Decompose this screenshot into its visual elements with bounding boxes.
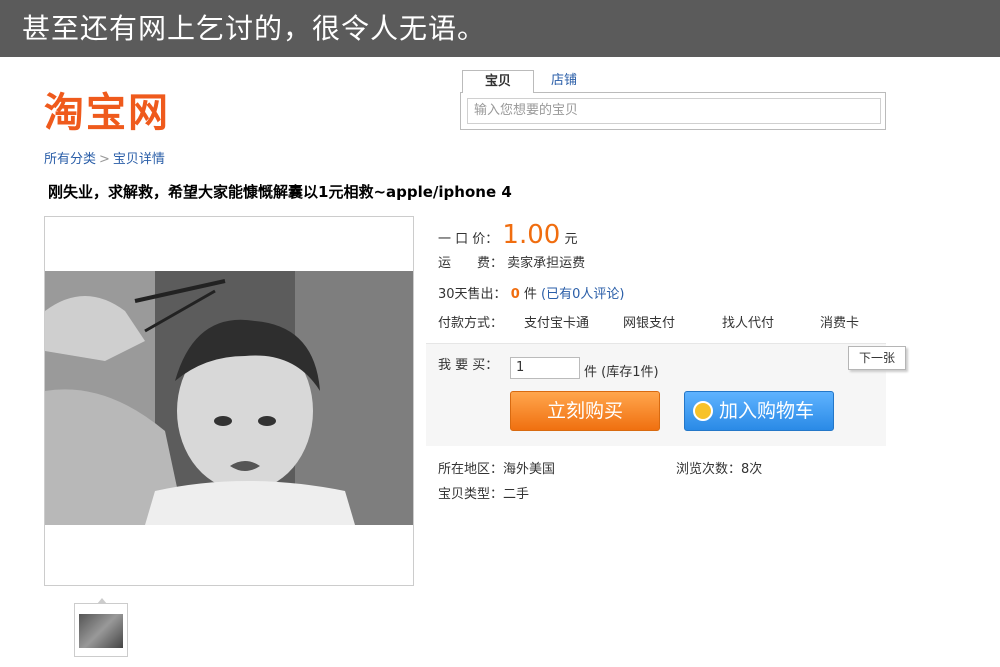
caption-banner: 甚至还有网上乞讨的，很令人无语。 bbox=[0, 0, 1000, 57]
sold-count: 0 bbox=[510, 287, 520, 302]
quantity-input[interactable]: 1 bbox=[510, 357, 580, 379]
photo-thumbnail[interactable] bbox=[74, 598, 128, 657]
breadcrumb-item-detail[interactable]: 宝贝详情 bbox=[113, 152, 165, 167]
thumbnail-image bbox=[79, 614, 123, 648]
price-label: 一 口 价： bbox=[438, 232, 499, 247]
search-area: 宝贝 店铺 输入您想要的宝贝 bbox=[460, 70, 888, 134]
tab-items[interactable]: 宝贝 bbox=[462, 70, 534, 93]
views-row: 浏览次数：8次 bbox=[676, 458, 762, 477]
payment-label: 付款方式： bbox=[438, 316, 504, 331]
payment-online-bank[interactable]: 网银支付 bbox=[623, 312, 675, 331]
price-row: 一 口 价： 1.00 元 bbox=[438, 220, 577, 250]
shipping-value: 卖家承担运费 bbox=[507, 256, 586, 271]
breadcrumb-all-categories[interactable]: 所有分类 bbox=[44, 152, 96, 167]
next-image-button[interactable]: 下一张 bbox=[848, 346, 906, 370]
search-box: 输入您想要的宝贝 bbox=[460, 92, 886, 130]
taobao-logo[interactable]: 淘宝网 bbox=[44, 80, 170, 138]
stock-info: 件 (库存1件) bbox=[584, 361, 659, 380]
tab-shops[interactable]: 店铺 bbox=[544, 70, 584, 92]
price-value: 1.00 bbox=[502, 220, 561, 250]
sold-unit: 件 bbox=[523, 287, 537, 302]
type-value: 二手 bbox=[503, 487, 530, 502]
location-label: 所在地区： bbox=[438, 462, 504, 477]
item-title: 刚失业，求解救，希望大家能慷慨解囊以1元相救~apple/iphone 4 bbox=[48, 183, 512, 201]
location-value: 海外美国 bbox=[503, 462, 556, 477]
shipping-row: 运 费： 卖家承担运费 bbox=[438, 252, 585, 271]
payment-gift-card[interactable]: 消费卡 bbox=[820, 312, 859, 331]
buy-now-button[interactable]: 立刻购买 bbox=[510, 391, 660, 431]
breadcrumb: 所有分类 > 宝贝详情 bbox=[44, 148, 165, 167]
sold-label: 30天售出： bbox=[438, 287, 507, 302]
type-label: 宝贝类型： bbox=[438, 487, 504, 502]
quantity-unit: 件 bbox=[584, 365, 598, 380]
sold-row: 30天售出： 0 件 (已有0人评论) bbox=[438, 283, 624, 302]
type-row: 宝贝类型：二手 bbox=[438, 483, 529, 502]
shipping-label: 运 费： bbox=[438, 256, 504, 271]
buy-label: 我 要 买： bbox=[438, 358, 499, 373]
reviews-link[interactable]: (已有0人评论) bbox=[541, 287, 624, 302]
search-input[interactable]: 输入您想要的宝贝 bbox=[467, 98, 881, 124]
payment-pay-for-me[interactable]: 找人代付 bbox=[722, 312, 774, 331]
crying-child-photo bbox=[45, 271, 413, 525]
shopping-cart-icon bbox=[693, 401, 713, 421]
add-to-cart-label: 加入购物车 bbox=[719, 400, 815, 422]
main-photo-frame bbox=[44, 216, 414, 586]
add-to-cart-button[interactable]: 加入购物车 bbox=[684, 391, 834, 431]
views-label: 浏览次数： bbox=[676, 462, 742, 477]
views-value: 8次 bbox=[741, 462, 763, 477]
stock-count: (库存1件) bbox=[601, 365, 659, 380]
payment-alipay-card[interactable]: 支付宝卡通 bbox=[524, 312, 589, 331]
location-row: 所在地区：海外美国 bbox=[438, 458, 555, 477]
thumbnail-pointer-icon bbox=[97, 598, 107, 604]
breadcrumb-separator: > bbox=[99, 152, 110, 167]
price-unit: 元 bbox=[564, 232, 578, 247]
